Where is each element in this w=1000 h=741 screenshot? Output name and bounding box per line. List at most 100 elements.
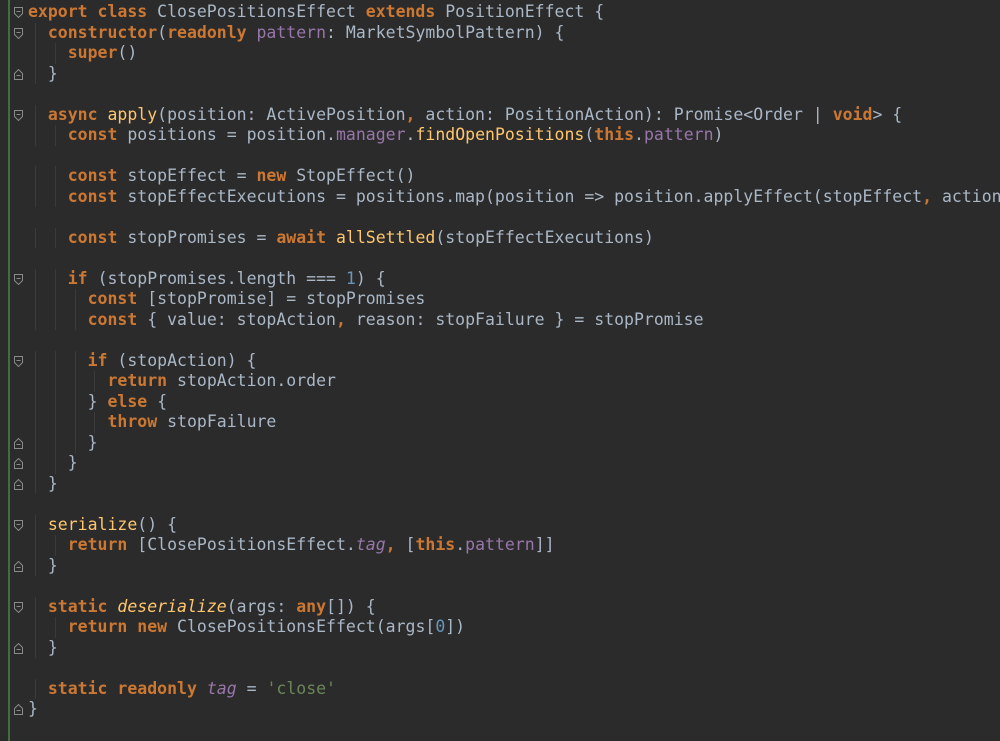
code-line[interactable]: [28, 207, 1000, 228]
indent-guide: [54, 453, 56, 474]
fold-close-icon[interactable]: [14, 704, 23, 715]
fold-open-icon[interactable]: [14, 355, 23, 367]
indent-guide: [34, 166, 36, 187]
code-area[interactable]: export class ClosePositionsEffect extend…: [28, 2, 1000, 720]
code-line[interactable]: }: [28, 453, 1000, 474]
code-token: return new: [67, 617, 178, 636]
indent-guide: [34, 289, 36, 310]
code-line[interactable]: const [stopPromise] = stopPromises: [28, 289, 1000, 310]
code-token: ClosePositionsEffect(args[: [177, 617, 436, 636]
code-token: serialize: [47, 514, 138, 534]
code-line[interactable]: [28, 84, 1000, 105]
indent-guide: [54, 371, 56, 392]
code-line[interactable]: [28, 494, 1000, 515]
code-line[interactable]: }: [28, 473, 1000, 494]
code-line[interactable]: return [ClosePositionsEffect.tag, [this.…: [28, 535, 1000, 556]
code-token: extends: [365, 2, 446, 21]
code-line[interactable]: [28, 146, 1000, 167]
code-editor[interactable]: export class ClosePositionsEffect extend…: [0, 0, 1000, 741]
fold-close-icon[interactable]: [14, 478, 23, 490]
indent-guide: [74, 350, 76, 371]
fold-open-icon[interactable]: [14, 601, 23, 613]
code-token: ]]: [534, 535, 555, 554]
code-line[interactable]: serialize() {: [28, 514, 1000, 535]
code-line[interactable]: const stopEffectExecutions = positions.m…: [28, 186, 1000, 207]
code-token: (position: ActivePosition: [157, 104, 406, 124]
indent-guide: [34, 227, 36, 248]
code-line[interactable]: [28, 576, 1000, 597]
code-token: [stopPromise] = stopPromises: [147, 289, 426, 308]
indent-guide: [34, 432, 36, 453]
code-line[interactable]: static deserialize(args: any[]) {: [28, 596, 1000, 617]
code-token: this: [415, 535, 456, 554]
fold-close-icon[interactable]: [14, 458, 23, 469]
code-line[interactable]: [28, 330, 1000, 351]
code-line[interactable]: }: [28, 432, 1000, 453]
code-line[interactable]: }: [28, 699, 1000, 720]
fold-close-icon[interactable]: [14, 68, 23, 80]
indent-guide: [34, 514, 36, 535]
code-line[interactable]: }: [28, 63, 1000, 84]
code-token: return: [67, 535, 138, 554]
code-line[interactable]: const { value: stopAction, reason: stopF…: [28, 309, 1000, 330]
fold-open-icon[interactable]: [14, 519, 23, 531]
indent-guide: [54, 432, 56, 453]
code-line[interactable]: const stopEffect = new StopEffect(): [28, 166, 1000, 187]
code-line[interactable]: static readonly tag = 'close': [28, 678, 1000, 699]
code-line[interactable]: return new ClosePositionsEffect(args[0]): [28, 617, 1000, 638]
code-line[interactable]: }: [28, 555, 1000, 576]
fold-open-icon[interactable]: [14, 109, 23, 121]
code-line[interactable]: export class ClosePositionsEffect extend…: [28, 2, 1000, 23]
code-line[interactable]: if (stopAction) {: [28, 350, 1000, 371]
code-line[interactable]: } else {: [28, 391, 1000, 412]
code-token: new: [256, 166, 297, 185]
code-line[interactable]: const stopPromises = await allSettled(st…: [28, 227, 1000, 248]
code-line[interactable]: }: [28, 637, 1000, 658]
fold-close-icon[interactable]: [14, 642, 23, 654]
code-token: action: PositionAction): Promise<Order |: [425, 104, 833, 124]
code-token: if: [67, 268, 98, 288]
code-token: void: [832, 104, 873, 124]
fold-open-icon[interactable]: [14, 7, 23, 18]
code-token: manager: [335, 125, 406, 144]
code-token: ,: [385, 535, 406, 554]
indent-guide: [34, 637, 36, 658]
indent-guide: [54, 43, 56, 64]
code-token: (: [157, 22, 168, 42]
code-token: ,: [405, 104, 426, 124]
indent-guide: [54, 227, 56, 248]
code-line[interactable]: constructor(readonly pattern: MarketSymb…: [28, 22, 1000, 43]
code-token: const: [67, 166, 128, 185]
code-token: (args:: [226, 596, 297, 616]
indent-guide: [34, 596, 36, 617]
code-line[interactable]: [28, 248, 1000, 269]
code-token: allSettled: [335, 227, 436, 247]
fold-close-icon[interactable]: [14, 437, 23, 449]
code-token: ]): [445, 617, 466, 636]
fold-open-icon[interactable]: [14, 273, 23, 285]
code-token: positions = position.: [127, 125, 336, 144]
fold-close-icon[interactable]: [14, 560, 23, 572]
code-line[interactable]: throw stopFailure: [28, 412, 1000, 433]
code-line[interactable]: [28, 658, 1000, 679]
code-token: (): [117, 43, 138, 62]
code-token: (stopAction) {: [117, 350, 257, 370]
fold-open-icon[interactable]: [14, 27, 23, 39]
code-line[interactable]: const positions = position.manager.findO…: [28, 125, 1000, 146]
code-line[interactable]: async apply(position: ActivePosition, ac…: [28, 104, 1000, 125]
code-token: static readonly: [47, 678, 207, 698]
indent-guide: [34, 371, 36, 392]
code-token: stopEffect =: [127, 166, 257, 185]
code-line[interactable]: super(): [28, 43, 1000, 64]
code-line[interactable]: if (stopPromises.length === 1) {: [28, 268, 1000, 289]
code-line[interactable]: return stopAction.order: [28, 371, 1000, 392]
